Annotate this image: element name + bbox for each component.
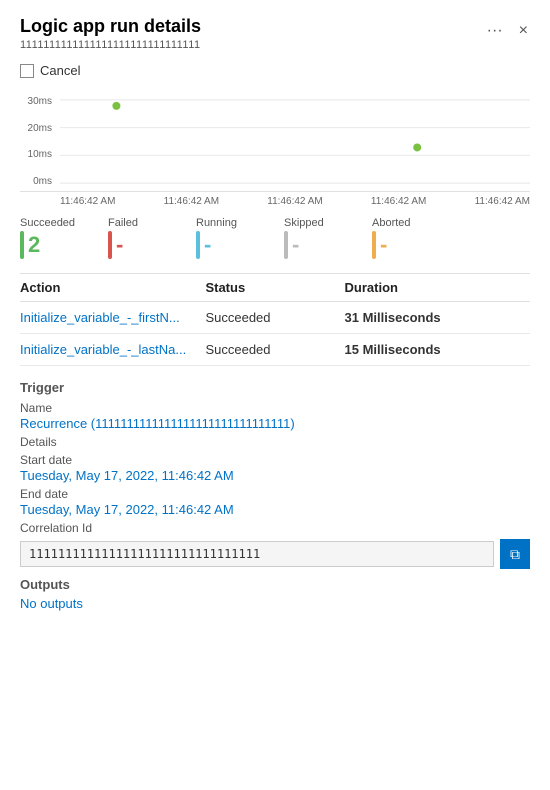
status-succeeded-label: Succeeded bbox=[20, 217, 90, 229]
chart-area: 30ms 20ms 10ms 0ms bbox=[20, 92, 530, 192]
copy-icon: ⧉ bbox=[510, 546, 520, 563]
table-header: Action Status Duration bbox=[20, 273, 530, 302]
panel: Logic app run details 111111111111111111… bbox=[0, 0, 550, 627]
y-label-30ms: 30ms bbox=[20, 96, 56, 107]
y-label-0ms: 0ms bbox=[20, 176, 56, 187]
status-count-aborted: - bbox=[380, 234, 387, 256]
page-title: Logic app run details bbox=[20, 16, 201, 37]
trigger-section-title: Trigger bbox=[20, 380, 530, 395]
start-date-label: Start date bbox=[20, 453, 530, 467]
start-date-value: Tuesday, May 17, 2022, 11:46:42 AM bbox=[20, 468, 530, 483]
outputs-title: Outputs bbox=[20, 577, 530, 592]
status-count-running: - bbox=[204, 234, 211, 256]
status-count-succeeded: 2 bbox=[28, 234, 40, 256]
status-succeeded: Succeeded 2 bbox=[20, 217, 90, 259]
action-cell-1[interactable]: Initialize_variable_-_firstN... bbox=[20, 310, 205, 325]
chart-svg bbox=[60, 92, 530, 191]
duration-cell-2: 15 Milliseconds bbox=[345, 342, 530, 357]
table-row: Initialize_variable_-_lastNa... Succeede… bbox=[20, 334, 530, 366]
correlation-label: Correlation Id bbox=[20, 521, 530, 535]
status-row: Succeeded 2 Failed - Running - Skipped bbox=[20, 217, 530, 259]
end-date-value: Tuesday, May 17, 2022, 11:46:42 AM bbox=[20, 502, 530, 517]
cancel-bar: Cancel bbox=[20, 63, 530, 78]
y-label-20ms: 20ms bbox=[20, 123, 56, 134]
status-bar-skipped bbox=[284, 231, 288, 259]
col-duration: Duration bbox=[345, 280, 530, 295]
chart-y-labels: 30ms 20ms 10ms 0ms bbox=[20, 92, 56, 191]
status-running-label: Running bbox=[196, 217, 266, 229]
chart-dot-2 bbox=[413, 143, 421, 151]
y-label-10ms: 10ms bbox=[20, 149, 56, 160]
name-row: Name Recurrence (11111111111111111111111… bbox=[20, 401, 530, 431]
status-skipped-label: Skipped bbox=[284, 217, 354, 229]
page-subtitle: 1111111111111111111111111111111 bbox=[20, 39, 201, 51]
cancel-checkbox[interactable] bbox=[20, 64, 34, 78]
details-row: Details bbox=[20, 435, 530, 449]
header-left: Logic app run details 111111111111111111… bbox=[20, 16, 201, 51]
status-skipped: Skipped - bbox=[284, 217, 354, 259]
status-count-skipped: - bbox=[292, 234, 299, 256]
time-labels: 11:46:42 AM 11:46:42 AM 11:46:42 AM 11:4… bbox=[60, 196, 530, 207]
status-bar-running bbox=[196, 231, 200, 259]
no-outputs-value: No outputs bbox=[20, 596, 530, 611]
name-value[interactable]: Recurrence (1111111111111111111111111111… bbox=[20, 416, 530, 431]
time-label-2: 11:46:42 AM bbox=[164, 196, 219, 207]
status-failed: Failed - bbox=[108, 217, 178, 259]
start-date-row: Start date Tuesday, May 17, 2022, 11:46:… bbox=[20, 453, 530, 483]
chart-svg-element bbox=[60, 92, 530, 191]
status-cell-1: Succeeded bbox=[205, 310, 344, 325]
duration-cell-1: 31 Milliseconds bbox=[345, 310, 530, 325]
table-row: Initialize_variable_-_firstN... Succeede… bbox=[20, 302, 530, 334]
action-cell-2[interactable]: Initialize_variable_-_lastNa... bbox=[20, 342, 205, 357]
header-icons: ··· × bbox=[485, 20, 530, 42]
status-bar-failed bbox=[108, 231, 112, 259]
header: Logic app run details 111111111111111111… bbox=[20, 16, 530, 51]
chart-dot-1 bbox=[112, 102, 120, 110]
close-button[interactable]: × bbox=[517, 20, 530, 42]
name-label: Name bbox=[20, 401, 530, 415]
details-label: Details bbox=[20, 435, 530, 449]
end-date-label: End date bbox=[20, 487, 530, 501]
status-count-failed: - bbox=[116, 234, 123, 256]
col-status: Status bbox=[205, 280, 344, 295]
status-cell-2: Succeeded bbox=[205, 342, 344, 357]
time-label-4: 11:46:42 AM bbox=[371, 196, 426, 207]
copy-button[interactable]: ⧉ bbox=[500, 539, 530, 569]
col-action: Action bbox=[20, 280, 205, 295]
time-label-5: 11:46:42 AM bbox=[475, 196, 530, 207]
status-bar-aborted bbox=[372, 231, 376, 259]
more-options-button[interactable]: ··· bbox=[485, 20, 505, 42]
status-running: Running - bbox=[196, 217, 266, 259]
status-failed-label: Failed bbox=[108, 217, 178, 229]
status-aborted: Aborted - bbox=[372, 217, 442, 259]
end-date-row: End date Tuesday, May 17, 2022, 11:46:42… bbox=[20, 487, 530, 517]
cancel-label: Cancel bbox=[40, 63, 80, 78]
correlation-row: ⧉ bbox=[20, 539, 530, 569]
status-bar-succeeded bbox=[20, 231, 24, 259]
correlation-input[interactable] bbox=[20, 541, 494, 567]
time-label-3: 11:46:42 AM bbox=[267, 196, 322, 207]
status-aborted-label: Aborted bbox=[372, 217, 442, 229]
time-label-1: 11:46:42 AM bbox=[60, 196, 115, 207]
